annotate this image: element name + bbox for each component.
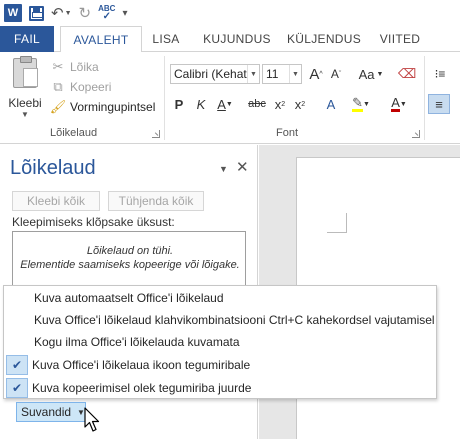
clipboard-group-label: Lõikelaud [50,127,98,139]
options-label: Suvandid [21,405,72,419]
cut-label: Lõika [70,60,99,74]
bullets-icon[interactable]: ⁝≡ [430,64,450,84]
margin-corner-mark [327,213,347,233]
check-icon: ✔ [6,378,28,398]
pane-title: Lõikelaud [10,157,96,179]
font-name-box[interactable]: Calibri (Kehate ▼ [170,64,260,84]
font-color-button[interactable]: A ▼ [388,94,410,114]
ribbon: Kleebi ▼ ✂ Lõika ⧉ Kopeeri 🖌 Vormingupin… [0,52,460,144]
tab-insert[interactable]: LISA [142,26,190,52]
menu-item-show-automatically[interactable]: Kuva automaatselt Office'i lõikelaud [4,287,436,309]
undo-dropdown-icon[interactable]: ▼ [65,2,72,24]
menu-item-show-on-ctrl-c[interactable]: Kuva Office'i lõikelaud klahvikombinatsi… [4,309,436,331]
highlight-button[interactable]: ✎ ▼ [350,94,372,114]
format-painter-label: Vormingupintsel [70,100,156,114]
clear-all-button[interactable]: Tühjenda kõik [108,191,204,211]
empty-line-1: Lõikelaud on tühi. [86,245,174,257]
highlighter-icon: ✎ [352,94,363,112]
clipboard-items-box: Lõikelaud on tühi. Elementide saamiseks … [12,231,246,293]
tab-home[interactable]: AVALEHT [60,26,142,53]
font-name-dropdown-icon[interactable]: ▼ [247,65,259,83]
tab-file[interactable]: FAIL [0,26,54,52]
font-size-dropdown-icon[interactable]: ▼ [289,65,301,83]
grow-font-button[interactable]: A ^ [308,64,324,84]
cut-button[interactable]: ✂ Lõika [50,58,99,76]
font-group-label: Font [276,127,299,139]
grow-font-label: A [309,65,320,83]
group-divider [164,56,165,140]
bold-button[interactable]: P [172,94,186,114]
menu-item-label: Kuva kopeerimisel olek tegumiriba juurde [32,381,252,395]
group-divider [424,56,425,140]
options-button[interactable]: Suvandid ▼ [16,402,86,422]
options-menu: Kuva automaatselt Office'i lõikelaud Kuv… [3,285,437,399]
pane-hint: Kleepimiseks klõpsake üksust: [12,215,175,229]
shrink-font-label: A [330,67,339,81]
clear-formatting-icon[interactable]: ⌫ [398,64,416,84]
close-icon[interactable]: ✕ [236,158,249,176]
italic-button[interactable]: K [194,94,208,114]
menu-item-label: Kuva Office'i lõikelaua ikoon tegumiriba… [32,358,251,372]
text-effects-icon[interactable]: A [322,94,340,114]
font-size-value: 11 [266,67,279,81]
menu-item-label: Kogu ilma Office'i lõikelauda kuvamata [34,335,240,349]
shrink-font-button[interactable]: Aˇ [328,64,344,84]
copy-button[interactable]: ⧉ Kopeeri [50,78,111,96]
paste-all-button[interactable]: Kleebi kõik [12,191,100,211]
customize-qat-icon[interactable]: ▾ [122,2,127,24]
tab-page-layout[interactable]: KÜLJENDUS [282,26,366,52]
spelling-icon[interactable]: ABC ✓ [98,2,115,24]
strikethrough-button[interactable]: abc [246,94,268,114]
superscript-button[interactable]: x2 [292,94,308,114]
underline-button[interactable]: A ▼ [214,94,236,114]
paste-label: Kleebi [8,96,42,110]
scissors-icon: ✂ [52,59,64,74]
save-icon[interactable] [29,2,44,24]
change-case-button[interactable]: Aa ▼ [356,64,386,84]
font-color-label: A [391,94,400,112]
pane-options-icon[interactable]: ▼ [219,164,228,174]
clipboard-launcher-icon[interactable] [152,130,160,138]
format-painter-icon: 🖌 [49,99,67,114]
mouse-cursor-icon [84,407,100,432]
copy-icon: ⧉ [53,79,63,94]
menu-item-show-taskbar-icon[interactable]: ✔ Kuva Office'i lõikelaua ikoon tegumiri… [4,354,436,376]
undo-icon[interactable]: ↶ [51,2,64,24]
change-case-label: Aa [358,66,375,82]
subscript-button[interactable]: x2 [272,94,288,114]
underline-label: A [217,96,226,112]
font-name-value: Calibri (Kehate [174,67,254,81]
empty-message: Lõikelaud on tühi. Elementide saamiseks … [13,244,247,272]
check-icon: ✔ [6,355,28,375]
paste-icon [13,56,38,88]
quick-access-toolbar: W ↶ ▼ ↻ ABC ✓ ▾ [0,0,460,26]
tab-references[interactable]: VIITED [372,26,428,52]
menu-item-label: Kuva automaatselt Office'i lõikelaud [34,291,224,305]
empty-line-2: Elementide saamiseks kopeerige või lõiga… [20,259,240,271]
paste-button[interactable]: Kleebi ▼ [6,56,44,120]
paste-dropdown-icon[interactable]: ▼ [21,110,29,119]
tab-design[interactable]: KUJUNDUS [196,26,278,52]
menu-item-label: Kuva Office'i lõikelaud klahvikombinatsi… [34,313,435,327]
format-painter-button[interactable]: 🖌 Vormingupintsel [49,98,156,116]
menu-item-collect-without-showing[interactable]: Kogu ilma Office'i lõikelauda kuvamata [4,331,436,353]
font-launcher-icon[interactable] [412,130,420,138]
menu-item-show-status-near-taskbar[interactable]: ✔ Kuva kopeerimisel olek tegumiriba juur… [4,377,436,399]
word-app-icon[interactable]: W [4,2,22,24]
align-left-icon[interactable]: ≡ [428,94,450,114]
copy-label: Kopeeri [70,80,112,94]
ribbon-tabs: FAIL AVALEHT LISA KUJUNDUS KÜLJENDUS VII… [0,26,460,53]
redo-icon[interactable]: ↻ [79,2,92,24]
font-size-box[interactable]: 11 ▼ [262,64,302,84]
word-logo: W [4,4,22,22]
